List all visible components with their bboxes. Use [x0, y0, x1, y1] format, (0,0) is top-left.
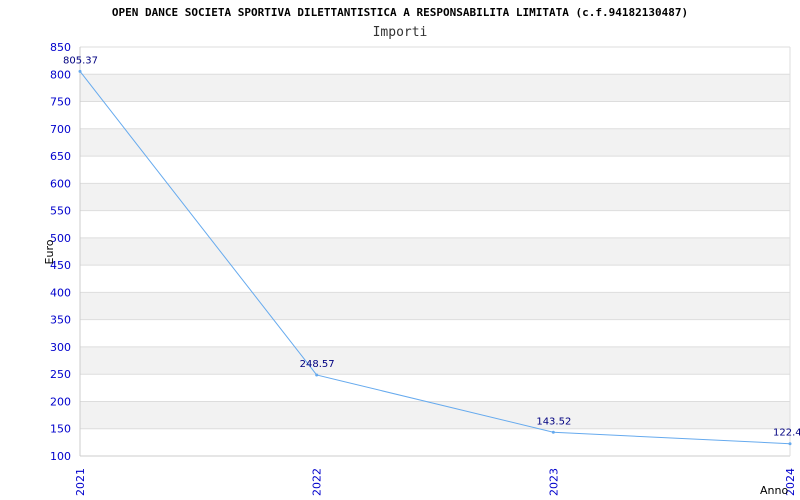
x-tick-label: 2021: [74, 468, 87, 496]
y-tick-label: 350: [50, 314, 71, 327]
data-point: [788, 442, 792, 446]
y-tick-label: 300: [50, 341, 71, 354]
y-tick-label: 550: [50, 205, 71, 218]
y-axis-label: Euro: [43, 239, 56, 264]
grid-band: [80, 183, 790, 211]
line-chart: 1001502002503003504004505005506006507007…: [43, 41, 800, 497]
y-tick-label: 100: [50, 450, 71, 463]
x-tick-label: 2022: [311, 468, 324, 496]
grid-band: [80, 74, 790, 102]
y-tick-label: 250: [50, 368, 71, 381]
grid-band: [80, 237, 790, 266]
grid-band: [80, 292, 790, 320]
y-tick-label: 850: [50, 41, 71, 54]
data-label: 248.57: [300, 359, 335, 370]
data-point: [78, 69, 82, 73]
y-tick-label: 750: [50, 96, 71, 109]
y-tick-label: 800: [50, 68, 71, 81]
data-label: 122.49: [773, 428, 800, 439]
data-label: 805.37: [63, 55, 98, 66]
y-tick-label: 650: [50, 150, 71, 163]
y-tick-label: 200: [50, 395, 71, 408]
y-tick-label: 150: [50, 423, 71, 436]
y-tick-label: 700: [50, 123, 71, 136]
data-point: [551, 430, 555, 434]
y-tick-label: 600: [50, 177, 71, 190]
x-axis-label: Anno: [760, 484, 788, 497]
x-tick-label: 2023: [547, 468, 560, 496]
data-label: 143.52: [536, 416, 571, 427]
grid-band: [80, 128, 790, 157]
grid-band: [80, 401, 790, 429]
grid-band: [80, 346, 790, 375]
data-point: [315, 373, 319, 377]
y-tick-label: 400: [50, 286, 71, 299]
